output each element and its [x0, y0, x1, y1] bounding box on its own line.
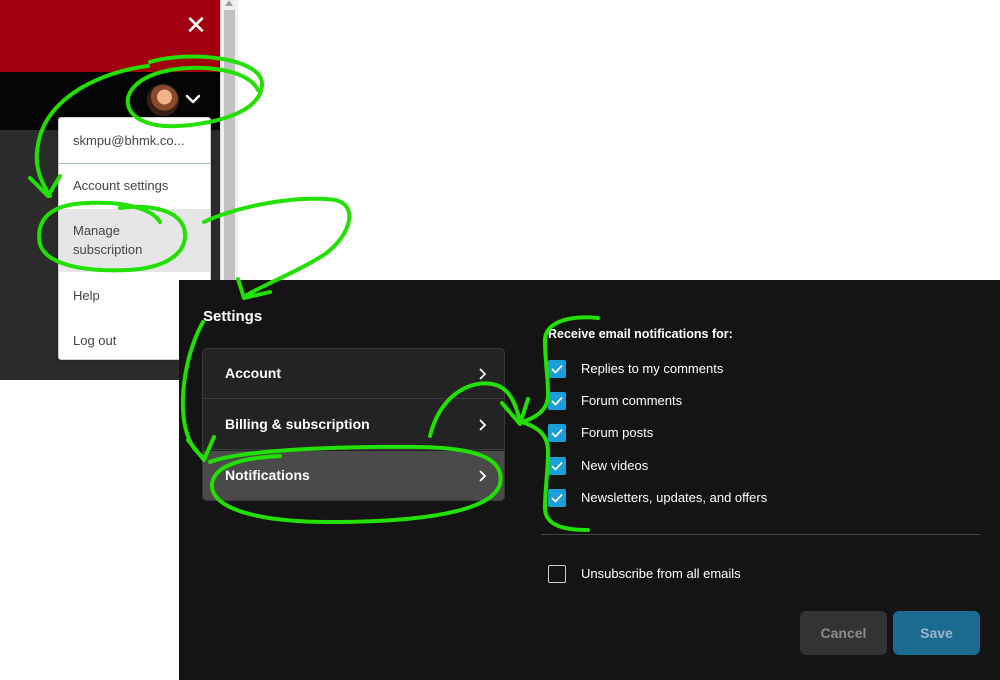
chevron-right-icon: [479, 470, 487, 482]
chevron-right-icon: [479, 419, 487, 431]
nav-item-label: Account: [225, 365, 281, 381]
scrollbar-thumb[interactable]: [224, 10, 235, 280]
checkbox-label: Unsubscribe from all emails: [581, 566, 741, 581]
nav-item-label: Notifications: [225, 467, 310, 483]
settings-panel: Settings Account Billing & subscription …: [179, 280, 1000, 680]
checkbox-forum-posts[interactable]: [548, 424, 566, 442]
checkbox-label: New videos: [581, 458, 649, 473]
user-email: skmpu@bhmk.co...: [59, 118, 210, 164]
cancel-button[interactable]: Cancel: [800, 611, 887, 655]
nav-item-billing[interactable]: Billing & subscription: [203, 400, 504, 450]
chevron-down-icon[interactable]: [184, 90, 202, 108]
checkmark-icon: [551, 396, 563, 406]
avatar[interactable]: [147, 84, 179, 116]
menu-item-manage-subscription[interactable]: Manage subscription: [59, 209, 210, 272]
menu-item-account-settings[interactable]: Account settings: [59, 168, 210, 204]
menu-item-label: Manage subscription: [73, 223, 143, 257]
nav-item-notifications[interactable]: Notifications: [203, 451, 504, 500]
checkbox-unsubscribe-all[interactable]: [548, 565, 566, 583]
checkbox-label: Forum comments: [581, 393, 683, 408]
nav-item-account[interactable]: Account: [203, 349, 504, 399]
checkbox-newsletters[interactable]: [548, 489, 566, 507]
checkmark-icon: [551, 428, 563, 438]
page-title: Settings: [203, 308, 263, 325]
checkbox-label: Replies to my comments: [581, 361, 724, 376]
checkbox-label: Forum posts: [581, 425, 654, 440]
divider: [541, 534, 980, 535]
scroll-up-arrow-icon[interactable]: [225, 0, 233, 6]
checkbox-replies[interactable]: [548, 360, 566, 378]
close-icon[interactable]: ✕: [184, 13, 208, 39]
chevron-right-icon: [479, 368, 487, 380]
checkmark-icon: [551, 461, 563, 471]
nav-item-label: Billing & subscription: [225, 416, 370, 432]
checkbox-label: Newsletters, updates, and offers: [581, 490, 768, 505]
save-button[interactable]: Save: [893, 611, 980, 655]
checkbox-forum-comments[interactable]: [548, 392, 566, 410]
email-notifications-heading: Receive email notifications for:: [548, 327, 733, 341]
checkmark-icon: [551, 364, 563, 374]
checkmark-icon: [551, 493, 563, 503]
checkbox-new-videos[interactable]: [548, 457, 566, 475]
settings-nav: Account Billing & subscription Notificat…: [202, 348, 505, 501]
